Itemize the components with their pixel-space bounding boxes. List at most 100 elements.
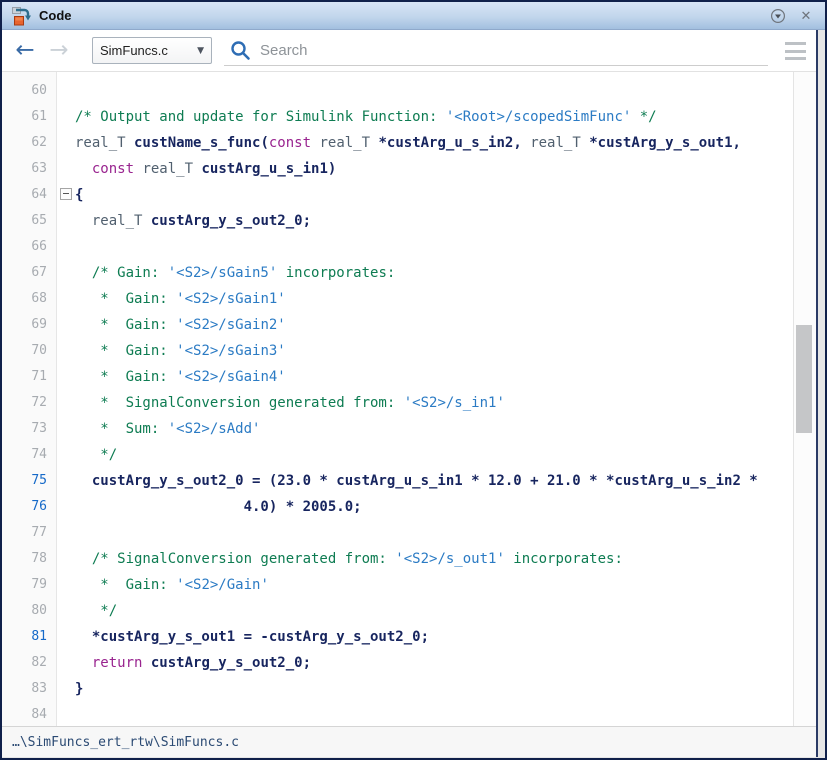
code-line-81[interactable]: *custArg_y_s_out1 = -custArg_y_s_out2_0;: [75, 624, 792, 650]
line-number-77: 77: [2, 520, 56, 546]
code-line-83[interactable]: }: [75, 676, 792, 702]
vertical-scrollbar[interactable]: [793, 72, 816, 726]
code-line-60[interactable]: [75, 78, 792, 104]
code-token: * Gain:: [75, 317, 176, 333]
window-title: Code: [39, 8, 760, 23]
line-number-67: 67: [2, 260, 56, 286]
code-token: const: [269, 135, 311, 151]
code-line-61[interactable]: /* Output and update for Simulink Functi…: [75, 104, 792, 130]
back-button[interactable]: ←: [10, 39, 40, 62]
line-number-79: 79: [2, 572, 56, 598]
model-element-link[interactable]: '<S2>/sGain3': [176, 343, 286, 359]
code-line-82[interactable]: return custArg_y_s_out2_0;: [75, 650, 792, 676]
model-element-link[interactable]: '<S2>/sAdd': [168, 421, 261, 437]
model-element-link[interactable]: '<S2>/s_in1': [404, 395, 505, 411]
line-number-69: 69: [2, 312, 56, 338]
file-path: …\SimFuncs_ert_rtw\SimFuncs.c: [12, 735, 239, 750]
line-number-73: 73: [2, 416, 56, 442]
code-line-78[interactable]: /* SignalConversion generated from: '<S2…: [75, 546, 792, 572]
code-token: [75, 161, 92, 177]
code-line-71[interactable]: * Gain: '<S2>/sGain4': [75, 364, 792, 390]
code-fold-column: [58, 72, 75, 726]
line-number-63: 63: [2, 156, 56, 182]
code-line-79[interactable]: * Gain: '<S2>/Gain': [75, 572, 792, 598]
code-line-69[interactable]: * Gain: '<S2>/sGain2': [75, 312, 792, 338]
code-line-72[interactable]: * SignalConversion generated from: '<S2>…: [75, 390, 792, 416]
code-line-73[interactable]: * Sum: '<S2>/sAdd': [75, 416, 792, 442]
code-window: Code ✕ ← → SimFuncs.c ▼: [0, 0, 827, 760]
code-token: custName_s_func(: [126, 135, 269, 151]
code-token: const: [92, 161, 134, 177]
line-number-68: 68: [2, 286, 56, 312]
line-number-74: 74: [2, 442, 56, 468]
model-element-link[interactable]: '<S2>/sGain1': [176, 291, 286, 307]
code-token: custArg_y_s_out2_0;: [142, 655, 311, 671]
code-line-84[interactable]: [75, 702, 792, 726]
dock-menu-icon[interactable]: [768, 6, 788, 26]
line-number-70: 70: [2, 338, 56, 364]
code-token: * Sum:: [75, 421, 168, 437]
search-field[interactable]: [224, 35, 768, 66]
code-line-66[interactable]: [75, 234, 792, 260]
line-number-gutter: 6061626364656667686970717273747576777879…: [2, 72, 57, 726]
line-number-71: 71: [2, 364, 56, 390]
code-line-75[interactable]: custArg_y_s_out2_0 = (23.0 * custArg_u_s…: [75, 468, 792, 494]
line-number-72: 72: [2, 390, 56, 416]
file-selector-dropdown[interactable]: SimFuncs.c ▼: [92, 37, 212, 64]
code-token: *custArg_y_s_out1,: [581, 135, 741, 151]
code-pane: /* Output and update for Simulink Functi…: [75, 72, 792, 726]
scrollbar-thumb[interactable]: [796, 325, 812, 433]
model-element-link[interactable]: '<S2>/sGain4': [176, 369, 286, 385]
code-token: [75, 213, 92, 229]
line-number-65: 65: [2, 208, 56, 234]
code-token: real_T: [75, 135, 126, 151]
code-token: */: [631, 109, 656, 125]
toolbar: ← → SimFuncs.c ▼: [2, 30, 816, 72]
line-number-80: 80: [2, 598, 56, 624]
line-number-78: 78: [2, 546, 56, 572]
code-line-77[interactable]: [75, 520, 792, 546]
code-line-76[interactable]: 4.0) * 2005.0;: [75, 494, 792, 520]
line-number-60: 60: [2, 78, 56, 104]
line-number-81: 81: [2, 624, 56, 650]
code-token: */: [75, 447, 117, 463]
title-bar: Code ✕: [2, 2, 825, 30]
simulink-code-icon: [11, 6, 33, 26]
code-token: real_T: [311, 135, 370, 151]
code-line-70[interactable]: * Gain: '<S2>/sGain3': [75, 338, 792, 364]
code-line-62[interactable]: real_T custName_s_func(const real_T *cus…: [75, 130, 792, 156]
code-token: * Gain:: [75, 291, 176, 307]
model-element-link[interactable]: '<S2>/sGain2': [176, 317, 286, 333]
code-line-80[interactable]: */: [75, 598, 792, 624]
code-token: * Gain:: [75, 343, 176, 359]
model-element-link[interactable]: '<S2>/s_out1': [395, 551, 505, 567]
line-number-82: 82: [2, 650, 56, 676]
code-line-63[interactable]: const real_T custArg_u_s_in1): [75, 156, 792, 182]
code-token: *custArg_u_s_in2,: [370, 135, 530, 151]
forward-button[interactable]: →: [44, 39, 74, 62]
close-icon[interactable]: ✕: [796, 6, 816, 26]
code-token: custArg_y_s_out2_0 = (23.0 * custArg_u_s…: [75, 473, 758, 489]
code-token: return: [92, 655, 143, 671]
code-token: /* SignalConversion generated from:: [75, 551, 395, 567]
code-line-68[interactable]: * Gain: '<S2>/sGain1': [75, 286, 792, 312]
code-token: [75, 655, 92, 671]
search-input[interactable]: [260, 42, 768, 59]
code-line-67[interactable]: /* Gain: '<S2>/sGain5' incorporates:: [75, 260, 792, 286]
model-element-link[interactable]: '<S2>/Gain': [176, 577, 269, 593]
model-element-link[interactable]: '<Root>/scopedSimFunc': [446, 109, 631, 125]
code-line-65[interactable]: real_T custArg_y_s_out2_0;: [75, 208, 792, 234]
line-number-64: 64: [2, 182, 56, 208]
model-element-link[interactable]: '<S2>/sGain5': [168, 265, 278, 281]
line-number-66: 66: [2, 234, 56, 260]
code-line-74[interactable]: */: [75, 442, 792, 468]
code-token: incorporates:: [505, 551, 623, 567]
code-token: */: [75, 603, 117, 619]
code-token: /* Gain:: [75, 265, 168, 281]
fold-collapse-icon[interactable]: [60, 188, 72, 200]
hamburger-menu-icon[interactable]: [785, 42, 806, 60]
code-token: * Gain:: [75, 369, 176, 385]
code-token: * SignalConversion generated from:: [75, 395, 404, 411]
code-line-64[interactable]: {: [75, 182, 792, 208]
line-number-62: 62: [2, 130, 56, 156]
